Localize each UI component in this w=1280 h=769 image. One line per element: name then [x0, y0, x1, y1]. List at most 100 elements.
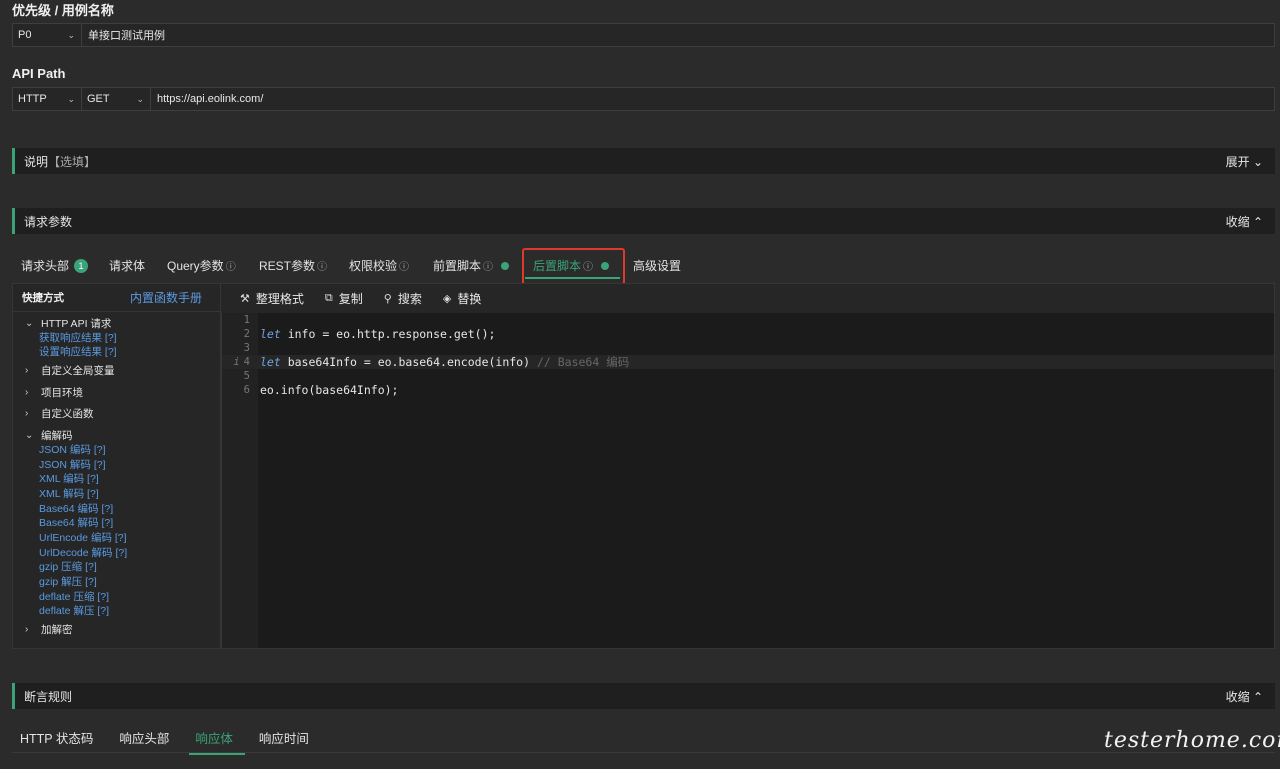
method-value: GET [87, 93, 110, 105]
chevron-right-icon: › [25, 408, 29, 420]
chevron-right-icon: › [25, 365, 29, 377]
sidebar-link[interactable]: 获取响应结果 [?] [13, 331, 220, 346]
button-label: 整理格式 [255, 292, 304, 306]
tab-auth-check[interactable]: 权限校验 ⓘ [349, 257, 409, 274]
divider [12, 752, 1275, 753]
tab-rest-params[interactable]: REST参数 ⓘ [259, 257, 327, 274]
tab-label: 请求体 [109, 259, 146, 273]
chevron-right-icon: › [25, 624, 29, 636]
line-number: i4 [222, 356, 250, 368]
code-line: 2 let info = eo.http.response.get(); [222, 327, 1274, 341]
info-icon: ⓘ [225, 262, 236, 273]
sidebar-header: 快捷方式 内置函数手册 [13, 284, 220, 312]
sidebar-link[interactable]: UrlEncode 编码 [?] [13, 531, 220, 546]
sidebar-link[interactable]: XML 编码 [?] [13, 472, 220, 487]
tab-response-body[interactable]: 响应体 [189, 728, 245, 755]
sidebar-link[interactable]: Base64 解码 [?] [13, 516, 220, 531]
sidebar-link[interactable]: gzip 解压 [?] [13, 575, 220, 590]
sidebar-group-funcs[interactable]: › 自定义函数 [13, 403, 220, 425]
request-params-section-header[interactable]: 请求参数 收缩 ⌃ [12, 208, 1275, 234]
code-comment: // Base64 编码 [536, 355, 630, 369]
method-select[interactable]: GET ⌄ [82, 88, 151, 110]
builtin-functions-manual-link[interactable]: 内置函数手册 [130, 289, 202, 306]
info-icon: ⓘ [399, 262, 410, 273]
sidebar-link[interactable]: deflate 压缩 [?] [13, 590, 220, 605]
priority-row: P0 ⌄ 单接口测试用例 [12, 23, 1275, 47]
active-tab-underline [525, 277, 620, 279]
tab-label: 前置脚本 [433, 259, 482, 273]
sidebar-group-env[interactable]: › 项目环境 [13, 381, 220, 403]
tab-post-script[interactable]: 后置脚本 ⓘ [533, 257, 610, 274]
code-line: 5 [222, 369, 1274, 383]
format-button[interactable]: ⚒ 整理格式 [240, 290, 304, 307]
tab-query-params[interactable]: Query参数 ⓘ [167, 257, 236, 274]
description-hint: 【选填】 [48, 154, 97, 169]
priority-title: 优先级 / 用例名称 [12, 3, 114, 18]
tab-advanced-settings[interactable]: 高级设置 [633, 257, 681, 274]
chevron-down-icon: ⌄ [67, 93, 75, 104]
sidebar-group-global-vars[interactable]: › 自定义全局变量 [13, 360, 220, 382]
api-path-row: HTTP ⌄ GET ⌄ https://api.eolink.com/ [12, 87, 1275, 111]
protocol-select[interactable]: HTTP ⌄ [13, 88, 82, 110]
editor-toolbar: ⚒ 整理格式 ⧉ 复制 ⚲ 搜索 ◈ 替换 [221, 283, 1275, 313]
sidebar-link[interactable]: gzip 压缩 [?] [13, 560, 220, 575]
tab-request-headers[interactable]: 请求头部 1 [21, 257, 89, 274]
replace-button[interactable]: ◈ 替换 [443, 290, 481, 307]
api-path-title: API Path [12, 66, 66, 81]
code-text: eo.info(base64Info); [260, 383, 399, 397]
tab-label: Query参数 [167, 259, 224, 273]
priority-select[interactable]: P0 ⌄ [13, 24, 82, 46]
tab-request-body[interactable]: 请求体 [109, 257, 145, 274]
group-label: 自定义函数 [41, 408, 94, 421]
tab-http-status[interactable]: HTTP 状态码 [20, 728, 93, 753]
status-dot [601, 261, 610, 270]
sidebar-link[interactable]: Base64 编码 [?] [13, 502, 220, 517]
sidebar-link[interactable]: XML 解码 [?] [13, 487, 220, 502]
line-number: 3 [243, 342, 250, 354]
code-editor[interactable]: 1 2 let info = eo.http.response.get(); 3 … [221, 313, 1275, 649]
group-label: 项目环境 [41, 386, 83, 399]
search-button[interactable]: ⚲ 搜索 [384, 290, 422, 307]
group-label: 编解码 [41, 429, 73, 442]
code-line: 6 eo.info(base64Info); [222, 383, 1274, 397]
tab-pre-script[interactable]: 前置脚本 ⓘ [433, 257, 510, 274]
tab-response-headers[interactable]: 响应头部 [119, 728, 169, 753]
watermark: testerhome.com [1104, 728, 1280, 753]
assert-title: 断言规则 [24, 689, 73, 704]
line-number: 2 [243, 328, 250, 340]
description-section-header[interactable]: 说明【选填】 展开 ⌄ [12, 148, 1275, 174]
info-icon: ⓘ [483, 262, 494, 273]
case-name-input[interactable]: 单接口测试用例 [82, 27, 171, 43]
description-title: 说明 [24, 154, 49, 169]
info-marker-icon: i [233, 356, 240, 368]
sidebar-title: 快捷方式 [22, 292, 64, 304]
copy-button[interactable]: ⧉ 复制 [325, 290, 363, 307]
group-label: 加解密 [41, 624, 73, 637]
sidebar-group-crypto[interactable]: › 加解密 [13, 619, 220, 641]
copy-icon: ⧉ [324, 292, 333, 304]
button-label: 替换 [457, 292, 482, 306]
sidebar-link[interactable]: JSON 编码 [?] [13, 443, 220, 458]
collapse-toggle[interactable]: 收缩 ⌃ [1226, 213, 1263, 230]
sidebar-link[interactable]: deflate 解压 [?] [13, 604, 220, 619]
collapse-toggle[interactable]: 收缩 ⌃ [1226, 688, 1263, 705]
expand-toggle[interactable]: 展开 ⌄ [1226, 153, 1263, 170]
brush-icon: ⚒ [240, 293, 250, 305]
sidebar-link[interactable]: 设置响应结果 [?] [13, 345, 220, 360]
info-icon: ⓘ [317, 262, 328, 273]
assert-section-header[interactable]: 断言规则 收缩 ⌃ [12, 683, 1275, 709]
chevron-down-icon: ⌄ [67, 29, 75, 40]
chevron-down-icon: ⌄ [136, 93, 144, 104]
protocol-value: HTTP [18, 93, 47, 105]
button-label: 搜索 [397, 292, 422, 306]
chevron-down-icon: ⌄ [25, 318, 34, 330]
tab-label: 权限校验 [349, 259, 398, 273]
code-text: base64Info = eo.base64.encode(info) [280, 355, 537, 369]
sidebar-link[interactable]: UrlDecode 解码 [?] [13, 546, 220, 561]
tab-label: 高级设置 [633, 259, 682, 273]
status-dot [501, 261, 510, 270]
tab-response-time[interactable]: 响应时间 [259, 728, 309, 753]
sidebar-link[interactable]: JSON 解码 [?] [13, 458, 220, 473]
group-label: HTTP API 请求 [41, 318, 112, 331]
url-input[interactable]: https://api.eolink.com/ [151, 93, 269, 105]
